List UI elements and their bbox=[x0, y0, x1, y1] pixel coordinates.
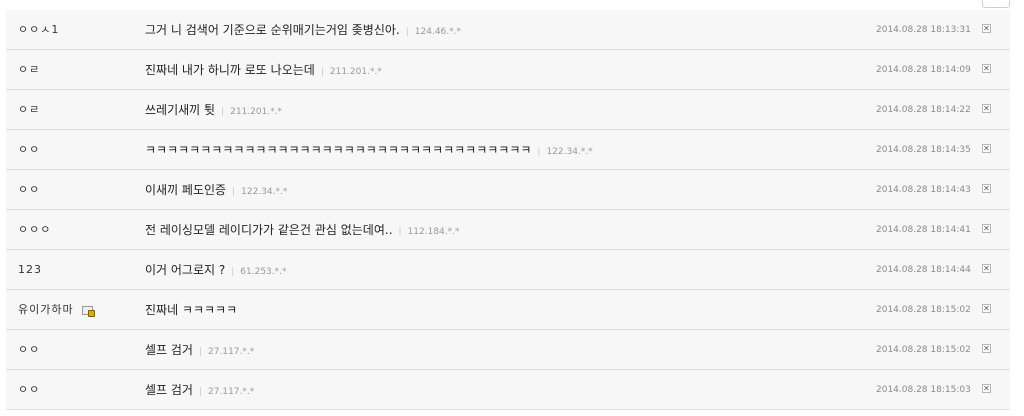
message-text: 셀프 검거 bbox=[145, 383, 193, 397]
comment-nickname[interactable]: ㅇㅇ bbox=[18, 330, 40, 370]
delete-icon[interactable]: ✕ bbox=[982, 64, 991, 73]
comment-row: ㅇㅇ ㅋㅋㅋㅋㅋㅋㅋㅋㅋㅋㅋㅋㅋㅋㅋㅋㅋㅋㅋㅋㅋㅋㅋㅋㅋㅋㅋㅋㅋㅋㅋㅋㅋㅋㅋ 12… bbox=[6, 130, 1010, 170]
comment-message: 이새끼 페도인증 122.34.*.* bbox=[145, 170, 287, 212]
comment-message: 셀프 검거 27.117.*.* bbox=[145, 370, 254, 412]
comment-row: ㅇㅇㅇ 전 레이싱모델 레이디가가 같은건 관심 없는데여.. 112.184.*… bbox=[6, 210, 1010, 250]
comment-row: ㅇㄹ 쓰레기새끼 튓 211.201.*.* 2014.08.28 18:14:2… bbox=[6, 90, 1010, 130]
comment-timestamp: 2014.08.28 18:15:03 bbox=[876, 385, 971, 395]
comment-nickname[interactable]: ㅇㅇㅅ1 bbox=[18, 10, 59, 50]
comment-message: 이거 어그로지 ? 61.253.*.* bbox=[145, 250, 287, 292]
delete-icon[interactable]: ✕ bbox=[982, 224, 991, 233]
comment-ip: 61.253.*.* bbox=[231, 267, 286, 277]
comment-timestamp: 2014.08.28 18:14:35 bbox=[876, 145, 971, 155]
nickname-text[interactable]: 123 bbox=[18, 263, 42, 276]
comment-row: ㅇㅇ 이새끼 페도인증 122.34.*.* 2014.08.28 18:14:4… bbox=[6, 170, 1010, 210]
comment-ip: 27.117.*.* bbox=[199, 347, 254, 357]
delete-icon[interactable]: ✕ bbox=[982, 304, 991, 313]
comment-row: ㅇㅇ 셀프 검거 27.117.*.* 2014.08.28 18:15:03 ✕ bbox=[6, 370, 1010, 410]
comment-ip: 27.117.*.* bbox=[199, 387, 254, 397]
comment-nickname[interactable]: ㅇㅇ bbox=[18, 170, 40, 210]
delete-icon[interactable]: ✕ bbox=[982, 144, 991, 153]
comment-ip: 112.184.*.* bbox=[399, 227, 460, 237]
comment-timestamp: 2014.08.28 18:14:22 bbox=[876, 105, 971, 115]
nickname-text[interactable]: ㅇㅇㅇ bbox=[18, 223, 51, 236]
nickname-text[interactable]: ㅇㅇ bbox=[18, 143, 40, 156]
comment-message: 쓰레기새끼 튓 211.201.*.* bbox=[145, 90, 282, 132]
message-text: 전 레이싱모델 레이디가가 같은건 관심 없는데여.. bbox=[145, 223, 393, 237]
comment-nickname[interactable]: ㅇㅇㅇ bbox=[18, 210, 51, 250]
delete-icon[interactable]: ✕ bbox=[982, 384, 991, 393]
nickname-text[interactable]: ㅇㄹ bbox=[18, 63, 40, 76]
comment-timestamp: 2014.08.28 18:15:02 bbox=[876, 345, 971, 355]
delete-icon[interactable]: ✕ bbox=[982, 344, 991, 353]
comment-ip: 211.201.*.* bbox=[321, 67, 382, 77]
comment-nickname[interactable]: ㅇㄹ bbox=[18, 90, 40, 130]
comment-row: 유이가하마 진짜네 ㅋㅋㅋㅋㅋ 2014.08.28 18:15:02 ✕ bbox=[6, 290, 1010, 330]
delete-icon[interactable]: ✕ bbox=[982, 184, 991, 193]
comment-timestamp: 2014.08.28 18:14:09 bbox=[876, 65, 971, 75]
comment-message: 전 레이싱모델 레이디가가 같은건 관심 없는데여.. 112.184.*.* bbox=[145, 210, 460, 252]
comment-row: 123 이거 어그로지 ? 61.253.*.* 2014.08.28 18:14… bbox=[6, 250, 1010, 290]
top-button-edge[interactable] bbox=[982, 0, 1010, 8]
comment-message: 진짜네 ㅋㅋㅋㅋㅋ bbox=[145, 290, 237, 330]
message-text: ㅋㅋㅋㅋㅋㅋㅋㅋㅋㅋㅋㅋㅋㅋㅋㅋㅋㅋㅋㅋㅋㅋㅋㅋㅋㅋㅋㅋㅋㅋㅋㅋㅋㅋㅋ bbox=[145, 143, 532, 157]
nickname-text[interactable]: ㅇㅇ bbox=[18, 183, 40, 196]
comment-row: ㅇㄹ 진짜네 내가 하니까 로또 나오는데 211.201.*.* 2014.08… bbox=[6, 50, 1010, 90]
message-text: 진짜네 내가 하니까 로또 나오는데 bbox=[145, 63, 315, 77]
comment-ip: 211.201.*.* bbox=[221, 107, 282, 117]
comment-ip: 124.46.*.* bbox=[406, 27, 461, 37]
comment-timestamp: 2014.08.28 18:15:02 bbox=[876, 305, 971, 315]
comment-nickname[interactable]: ㅇㅇ bbox=[18, 370, 40, 410]
message-text: 이거 어그로지 ? bbox=[145, 263, 226, 277]
nickname-text[interactable]: ㅇㅇ bbox=[18, 343, 40, 356]
message-text: 진짜네 ㅋㅋㅋㅋㅋ bbox=[145, 303, 238, 317]
comment-row: ㅇㅇㅅ1 그거 니 검색어 기준으로 순위매기는거임 좆병신아. 124.46.*… bbox=[6, 10, 1010, 50]
delete-icon[interactable]: ✕ bbox=[982, 104, 991, 113]
comment-timestamp: 2014.08.28 18:14:41 bbox=[876, 225, 971, 235]
comment-timestamp: 2014.08.28 18:14:43 bbox=[876, 185, 971, 195]
comment-list: ㅇㅇㅅ1 그거 니 검색어 기준으로 순위매기는거임 좆병신아. 124.46.*… bbox=[6, 10, 1010, 410]
comment-nickname[interactable]: 123 bbox=[18, 250, 42, 290]
message-text: 셀프 검거 bbox=[145, 343, 193, 357]
comment-nickname[interactable]: ㅇㄹ bbox=[18, 50, 40, 90]
message-text: 이새끼 페도인증 bbox=[145, 183, 227, 197]
nickname-text[interactable]: 유이가하마 bbox=[18, 303, 74, 316]
comment-timestamp: 2014.08.28 18:13:31 bbox=[876, 25, 971, 35]
comment-message: 그거 니 검색어 기준으로 순위매기는거임 좆병신아. 124.46.*.* bbox=[145, 10, 461, 52]
comment-message: 진짜네 내가 하니까 로또 나오는데 211.201.*.* bbox=[145, 50, 382, 92]
comment-row: ㅇㅇ 셀프 검거 27.117.*.* 2014.08.28 18:15:02 ✕ bbox=[6, 330, 1010, 370]
member-badge-icon bbox=[81, 305, 95, 317]
top-edge bbox=[0, 0, 1024, 10]
delete-icon[interactable]: ✕ bbox=[982, 264, 991, 273]
comment-ip: 122.34.*.* bbox=[537, 147, 592, 157]
comment-ip: 122.34.*.* bbox=[232, 187, 287, 197]
comment-timestamp: 2014.08.28 18:14:44 bbox=[876, 265, 971, 275]
comment-message: 셀프 검거 27.117.*.* bbox=[145, 330, 254, 372]
nickname-text[interactable]: ㅇㄹ bbox=[18, 103, 40, 116]
delete-icon[interactable]: ✕ bbox=[982, 24, 991, 33]
message-text: 쓰레기새끼 튓 bbox=[145, 103, 216, 117]
message-text: 그거 니 검색어 기준으로 순위매기는거임 좆병신아. bbox=[145, 23, 400, 37]
nickname-text[interactable]: ㅇㅇㅅ1 bbox=[18, 23, 59, 36]
comment-nickname[interactable]: 유이가하마 bbox=[18, 290, 95, 330]
nickname-text[interactable]: ㅇㅇ bbox=[18, 383, 40, 396]
comment-nickname[interactable]: ㅇㅇ bbox=[18, 130, 40, 170]
comment-message: ㅋㅋㅋㅋㅋㅋㅋㅋㅋㅋㅋㅋㅋㅋㅋㅋㅋㅋㅋㅋㅋㅋㅋㅋㅋㅋㅋㅋㅋㅋㅋㅋㅋㅋㅋ 122.3… bbox=[145, 130, 593, 172]
